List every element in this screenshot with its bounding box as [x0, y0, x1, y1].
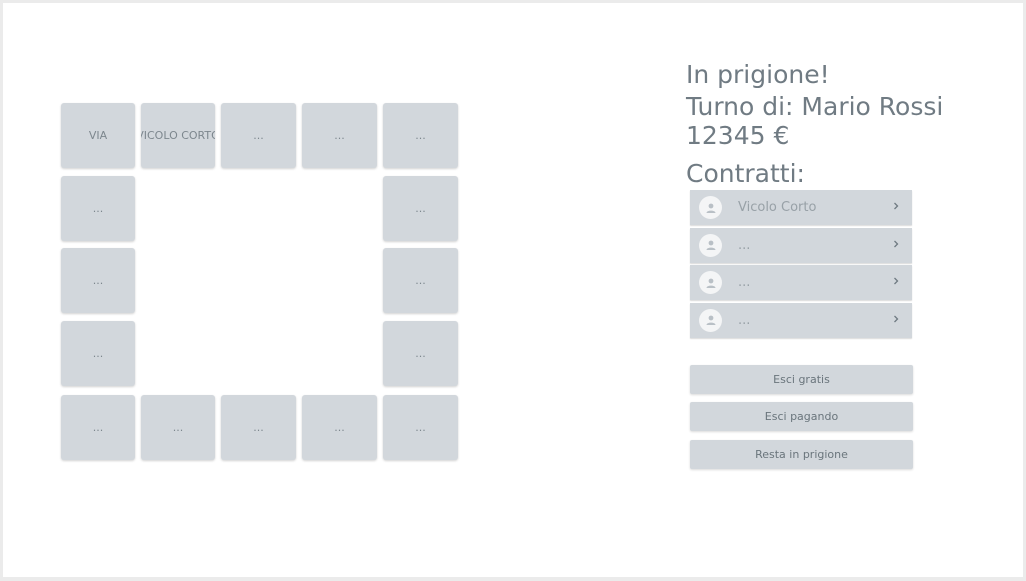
person-icon — [699, 308, 722, 332]
chevron-right-icon — [894, 315, 899, 322]
contracts-list: Vicolo Corto ... ... ... — [690, 190, 912, 340]
board-cell[interactable]: ... — [383, 321, 458, 386]
contract-item[interactable]: ... — [690, 227, 912, 263]
contract-item[interactable]: ... — [690, 265, 912, 300]
current-turn: Turno di: Mario Rossi — [686, 92, 944, 121]
board-cell[interactable]: ... — [61, 395, 135, 460]
board-cell[interactable]: VICOLO CORTO — [141, 103, 215, 168]
board-cell[interactable]: ... — [61, 321, 135, 386]
contract-item[interactable]: Vicolo Corto — [690, 190, 912, 225]
contracts-title: Contratti: — [686, 159, 805, 188]
board-cell[interactable]: ... — [61, 176, 135, 241]
chevron-right-icon — [894, 277, 899, 285]
player-money: 12345 € — [686, 121, 790, 150]
contract-label: Vicolo Corto — [738, 200, 817, 215]
contract-label: ... — [738, 312, 751, 328]
person-icon — [699, 271, 722, 294]
board-cell[interactable]: ... — [221, 395, 296, 460]
exit-paying-button[interactable]: Esci pagando — [690, 402, 913, 431]
person-icon — [699, 196, 722, 219]
contract-label: ... — [738, 237, 751, 253]
person-icon — [699, 233, 722, 257]
chevron-right-icon — [894, 202, 899, 210]
stay-in-jail-button[interactable]: Resta in prigione — [690, 440, 913, 469]
board-cell[interactable]: ... — [302, 103, 377, 168]
board-cell[interactable]: ... — [383, 176, 458, 241]
exit-free-button[interactable]: Esci gratis — [690, 365, 913, 394]
contract-label: ... — [738, 275, 751, 290]
board-cell[interactable]: ... — [383, 248, 458, 313]
board-cell[interactable]: ... — [302, 395, 377, 460]
board-cell[interactable]: ... — [383, 395, 458, 460]
board-cell[interactable]: ... — [221, 103, 296, 168]
board-cell[interactable]: ... — [61, 248, 135, 313]
board-cell[interactable]: ... — [141, 395, 215, 460]
board-cell-start[interactable]: VIA — [61, 103, 135, 168]
contract-item[interactable]: ... — [690, 302, 912, 338]
board-cell[interactable]: ... — [383, 103, 458, 168]
jail-status: In prigione! — [686, 60, 830, 89]
chevron-right-icon — [894, 240, 899, 247]
